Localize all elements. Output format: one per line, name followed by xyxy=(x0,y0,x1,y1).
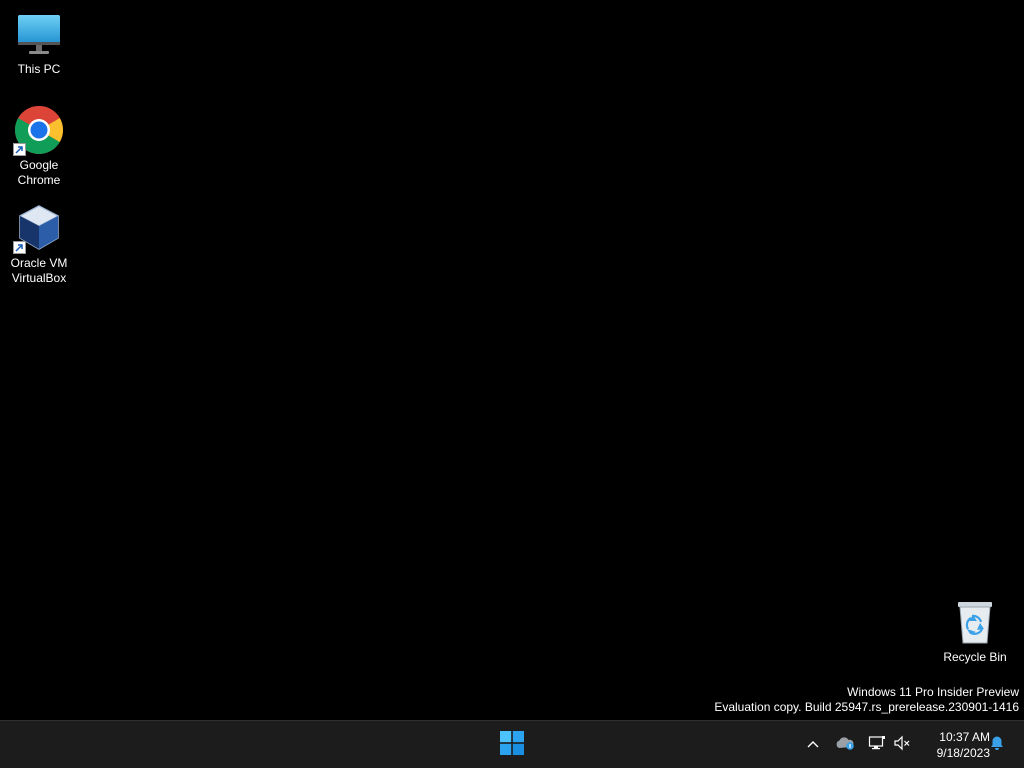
evaluation-watermark: Windows 11 Pro Insider Preview Evaluatio… xyxy=(714,685,1019,715)
taskbar: 10:37 AM 9/18/2023 xyxy=(0,720,1024,768)
onedrive-tray-button[interactable] xyxy=(832,731,858,759)
onedrive-icon xyxy=(835,736,855,755)
desktop[interactable]: This PC Google Chrome Oracle VM VirtualB… xyxy=(0,0,1024,720)
windows-logo-icon xyxy=(500,730,524,760)
show-hidden-icons-button[interactable] xyxy=(800,731,826,759)
network-tray-button[interactable] xyxy=(864,731,890,759)
recycle-bin-icon xyxy=(949,596,1001,648)
desktop-icon-label: Recycle Bin xyxy=(943,650,1007,664)
notifications-button[interactable] xyxy=(984,731,1010,759)
desktop-icon-label: Google Chrome xyxy=(17,158,61,187)
desktop-icon-recycle-bin[interactable]: Recycle Bin xyxy=(937,596,1013,665)
start-button[interactable] xyxy=(492,725,532,765)
watermark-edition: Windows 11 Pro Insider Preview xyxy=(847,685,1019,699)
desktop-icon-label: Oracle VM VirtualBox xyxy=(10,256,68,285)
desktop-icon-label: This PC xyxy=(17,62,61,76)
bell-icon xyxy=(989,735,1005,756)
volume-tray-button[interactable] xyxy=(889,731,915,759)
chrome-icon xyxy=(13,104,65,156)
network-icon xyxy=(868,735,886,756)
desktop-icon-oracle-vm-virtualbox[interactable]: Oracle VM VirtualBox xyxy=(1,202,77,286)
desktop-icon-this-pc[interactable]: This PC xyxy=(1,8,77,77)
shortcut-arrow-icon xyxy=(13,143,26,156)
shortcut-arrow-icon xyxy=(13,241,26,254)
chevron-up-icon xyxy=(806,736,820,754)
desktop-icon-google-chrome[interactable]: Google Chrome xyxy=(1,104,77,188)
virtualbox-icon xyxy=(13,202,65,254)
monitor-icon xyxy=(13,8,65,60)
volume-muted-icon xyxy=(893,735,911,756)
taskbar-clock[interactable]: 10:37 AM 9/18/2023 xyxy=(918,727,990,763)
clock-date: 9/18/2023 xyxy=(936,746,990,760)
clock-time: 10:37 AM xyxy=(939,730,990,744)
watermark-build: Evaluation copy. Build 25947.rs_prerelea… xyxy=(714,700,1019,714)
